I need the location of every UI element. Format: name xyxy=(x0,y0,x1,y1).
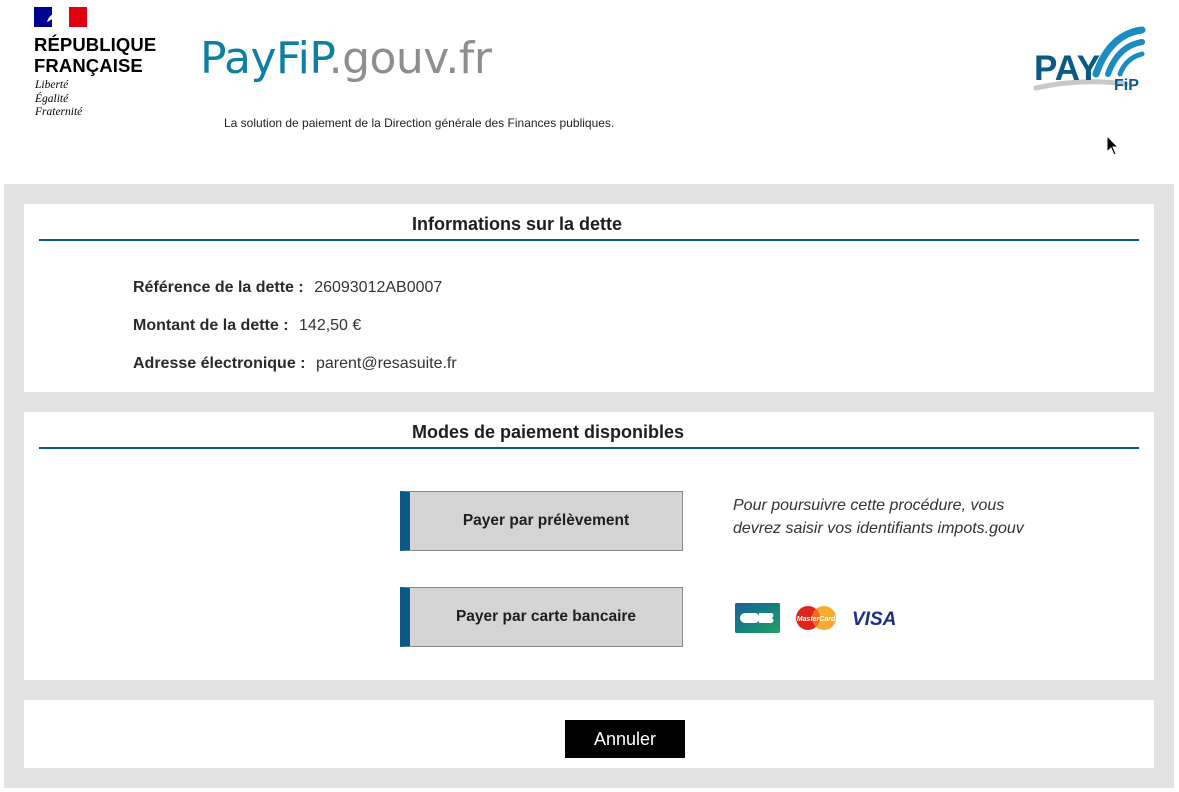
site-title: PayFiP.gouv.fr xyxy=(200,30,492,88)
svg-text:MasterCard: MasterCard xyxy=(797,616,836,623)
payment-modes-panel: Modes de paiement disponibles Payer par … xyxy=(24,412,1154,680)
svg-text:PAY: PAY xyxy=(1034,49,1100,88)
cb-icon xyxy=(735,603,780,633)
email-value: parent@resasuite.fr xyxy=(315,355,457,372)
impots-gouv-note: Pour poursuivre cette procédure, vous de… xyxy=(733,497,1024,537)
debt-amount-label: Montant de la dette : xyxy=(133,317,289,334)
debt-reference-row: Référence de la dette : 26093012AB0007 xyxy=(133,279,442,297)
payfip-logo: PAY FiP xyxy=(1033,26,1146,94)
debt-info-heading: Informations sur la dette xyxy=(39,204,1139,241)
republique-francaise-title: RÉPUBLIQUE FRANÇAISE xyxy=(34,34,157,76)
debt-info-panel: Informations sur la dette Référence de l… xyxy=(24,204,1154,392)
email-row: Adresse électronique : parent@resasuite.… xyxy=(133,355,457,373)
pay-card-button[interactable]: Payer par carte bancaire xyxy=(400,587,683,647)
payment-modes-title: Modes de paiement disponibles xyxy=(412,422,685,442)
site-title-domain: .gouv.fr xyxy=(328,33,492,84)
debt-reference-label: Référence de la dette : xyxy=(133,279,304,296)
cancel-button[interactable]: Annuler xyxy=(565,720,685,758)
page-header: RÉPUBLIQUE FRANÇAISE Liberté Égalité Fra… xyxy=(0,0,1179,184)
debt-reference-value: 26093012AB0007 xyxy=(314,279,443,296)
pay-direct-debit-button[interactable]: Payer par prélèvement xyxy=(400,491,683,551)
site-title-brand: PayFiP xyxy=(200,33,329,84)
main-content: Informations sur la dette Référence de l… xyxy=(4,184,1174,788)
mastercard-icon: MasterCard xyxy=(796,606,836,630)
svg-text:FiP: FiP xyxy=(1114,77,1139,94)
french-flag-icon xyxy=(34,7,87,27)
debt-amount-value: 142,50 € xyxy=(299,317,362,334)
svg-text:VISA: VISA xyxy=(852,609,896,630)
visa-icon: VISA xyxy=(852,609,896,630)
site-tagline: La solution de paiement de la Direction … xyxy=(224,116,615,130)
mouse-pointer-icon xyxy=(1106,135,1120,156)
payment-modes-heading: Modes de paiement disponibles xyxy=(39,412,1139,449)
marianne-profile-icon xyxy=(47,12,63,22)
footer-panel: Annuler xyxy=(24,700,1154,768)
email-label: Adresse électronique : xyxy=(133,355,306,372)
debt-amount-row: Montant de la dette : 142,50 € xyxy=(133,317,361,335)
republic-motto: Liberté Égalité Fraternité xyxy=(35,79,83,118)
card-logos: MasterCard VISA xyxy=(735,603,896,633)
debt-info-title: Informations sur la dette xyxy=(412,214,623,234)
